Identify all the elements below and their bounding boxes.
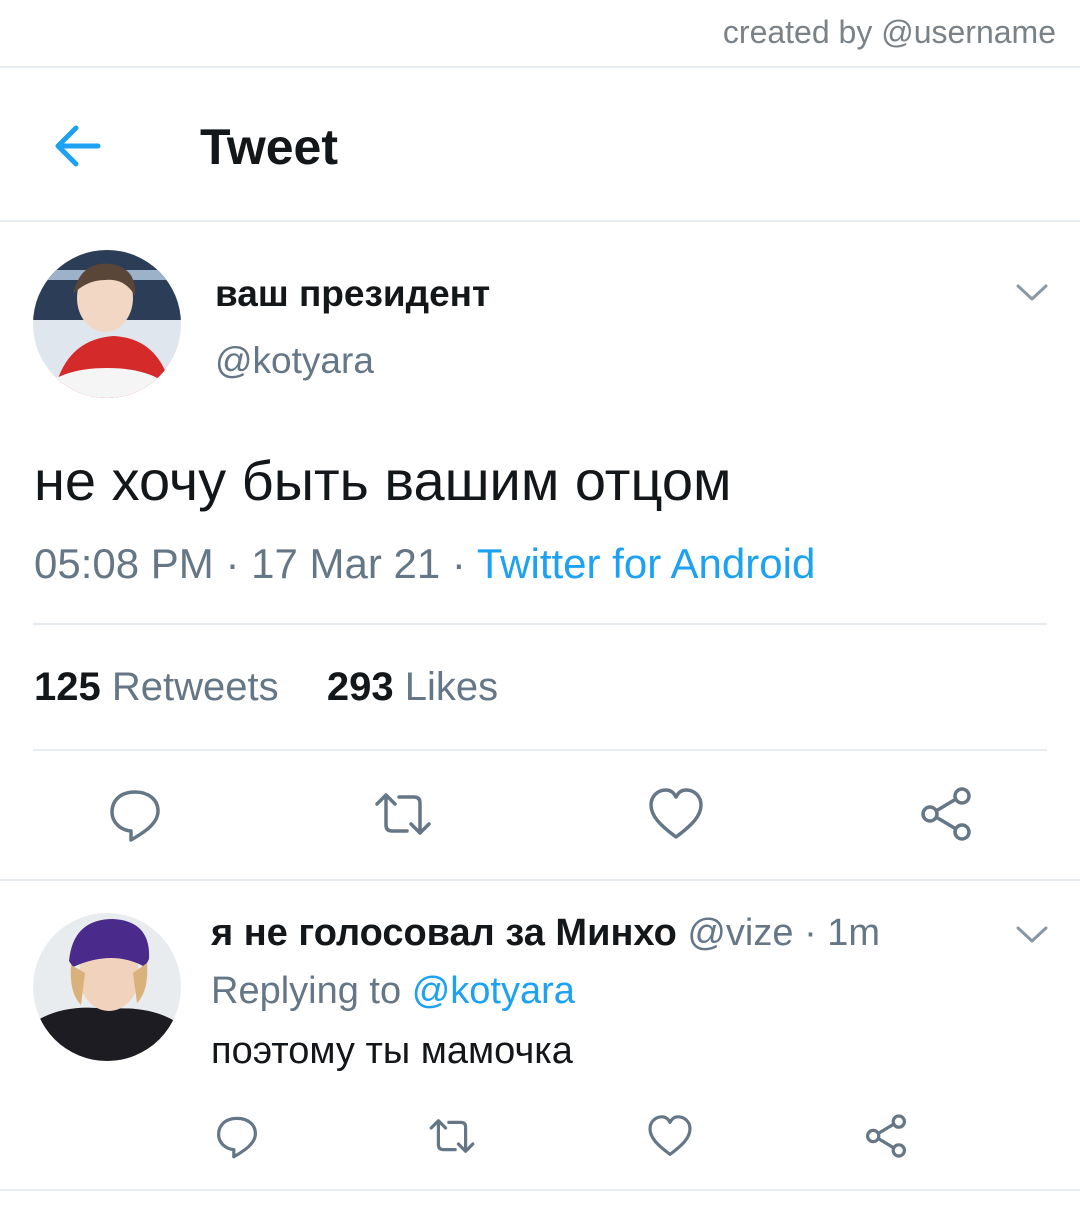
retweets-label: Retweets: [111, 665, 279, 709]
replying-to: Replying to @kotyara: [211, 970, 575, 1013]
separator: ·: [225, 540, 240, 587]
tweet-date: 17 Mar 21: [251, 540, 441, 587]
watermark: created by @username: [722, 14, 1056, 50]
divider: [0, 1189, 1080, 1191]
reply-share-button[interactable]: [862, 1112, 910, 1165]
tweet-source-link[interactable]: Twitter for Android: [477, 540, 815, 587]
author-handle[interactable]: @kotyara: [215, 340, 374, 382]
reply-retweet-button[interactable]: [428, 1112, 476, 1165]
like-icon: [648, 1115, 692, 1156]
reply-icon: [217, 1116, 257, 1159]
share-icon: [866, 1114, 906, 1158]
reply-header: я не голосовал за Минхо @vize · 1m: [211, 912, 880, 955]
replying-to-handle[interactable]: @kotyara: [412, 970, 575, 1012]
separator: ·: [451, 540, 466, 587]
retweets-count: 125: [34, 665, 101, 709]
chevron-down-icon: [1016, 926, 1048, 943]
divider: [0, 220, 1080, 222]
share-button[interactable]: [916, 784, 976, 849]
tweet-time: 05:08 PM: [34, 540, 214, 587]
divider: [33, 749, 1047, 751]
separator: ·: [804, 912, 817, 954]
share-icon: [921, 787, 971, 841]
page-title: Tweet: [200, 119, 338, 175]
likes-stat[interactable]: 293 Likes: [327, 665, 498, 709]
likes-label: Likes: [404, 665, 499, 709]
retweet-button[interactable]: [373, 784, 433, 849]
arrow-left-icon: [55, 125, 101, 167]
divider: [0, 879, 1080, 881]
back-button[interactable]: [50, 120, 106, 172]
retweets-stat[interactable]: 125 Retweets: [34, 665, 279, 709]
reply-like-button[interactable]: [646, 1112, 694, 1165]
like-button[interactable]: [646, 784, 706, 849]
tweet-text: не хочу быть вашим отцом: [34, 449, 732, 512]
tweet-menu-button[interactable]: [1014, 280, 1050, 309]
replying-to-label: Replying to: [211, 970, 402, 1012]
like-icon: [649, 788, 703, 839]
tweet-meta: 05:08 PM · 17 Mar 21 · Twitter for Andro…: [34, 540, 815, 588]
reply-author-handle[interactable]: @vize: [687, 912, 793, 954]
reply-avatar[interactable]: [33, 913, 181, 1061]
retweet-icon: [375, 793, 431, 835]
likes-count: 293: [326, 665, 394, 709]
tweet-stats: 125 Retweets 293 Likes: [34, 665, 498, 710]
reply-reply-button[interactable]: [213, 1112, 261, 1165]
author-name[interactable]: ваш президент: [215, 273, 490, 315]
reply-author-name[interactable]: я не голосовал за Минхо: [211, 912, 677, 954]
divider: [33, 623, 1047, 625]
avatar[interactable]: [33, 250, 181, 398]
reply-icon: [110, 790, 160, 842]
reply-button[interactable]: [105, 784, 165, 849]
reply-time: 1m: [827, 912, 881, 954]
reply-text: поэтому ты мамочка: [211, 1030, 573, 1072]
retweet-icon: [429, 1119, 475, 1153]
chevron-down-icon: [1016, 284, 1048, 301]
divider: [0, 66, 1080, 68]
reply-menu-button[interactable]: [1014, 922, 1050, 951]
